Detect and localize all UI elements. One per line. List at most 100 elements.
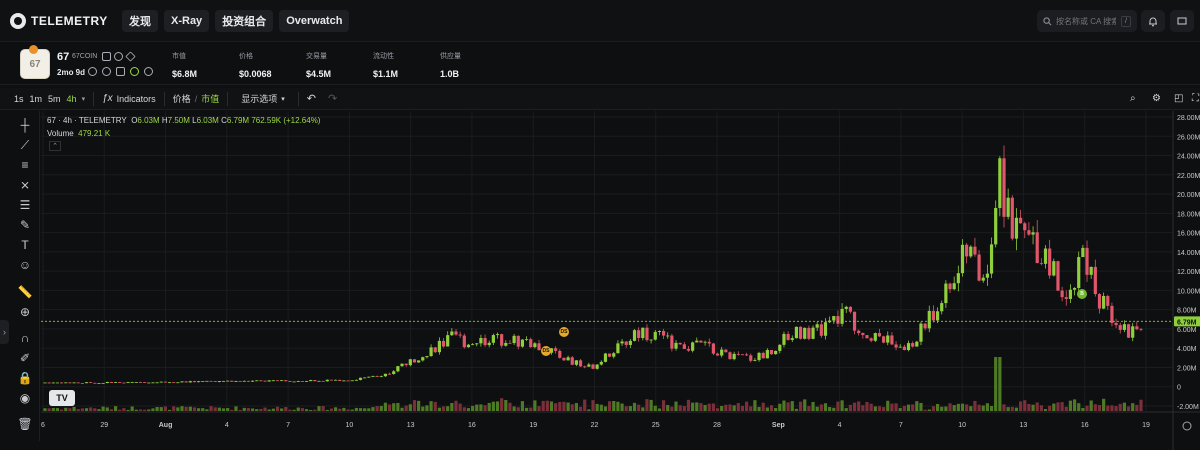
volume-bar xyxy=(994,357,998,411)
ruler-icon[interactable]: 📏 xyxy=(18,285,33,299)
candle-body xyxy=(483,338,487,346)
candle-body xyxy=(491,335,495,343)
brush-icon[interactable]: ✎ xyxy=(18,218,32,232)
volume-bar xyxy=(296,407,300,411)
wallet-button[interactable] xyxy=(1170,10,1194,32)
logo[interactable]: TELEMETRY xyxy=(10,12,110,29)
website-icon[interactable] xyxy=(88,67,97,76)
candle-body xyxy=(1006,197,1010,217)
candle-body xyxy=(80,383,84,384)
text-icon[interactable]: T xyxy=(18,238,32,252)
nav-item-portfolio[interactable]: 投资组合 xyxy=(215,9,274,32)
candle-body xyxy=(578,360,583,367)
link-icon[interactable] xyxy=(114,52,123,61)
legend-low: 6.03M xyxy=(196,116,219,125)
panel-expand-button[interactable]: › xyxy=(0,320,9,344)
volume-bar xyxy=(371,407,375,411)
market-cap-toggle[interactable]: 市值 xyxy=(201,92,219,105)
volume-bar xyxy=(263,407,267,411)
volume-bar xyxy=(334,407,338,411)
zoom-in-icon[interactable]: ⊕ xyxy=(18,305,32,319)
candle-body xyxy=(857,330,861,334)
magnet-icon[interactable]: ∩ xyxy=(18,331,32,345)
copy-icon[interactable] xyxy=(102,52,111,61)
emoji-icon[interactable]: ☺ xyxy=(18,258,32,272)
volume-bar xyxy=(1023,400,1027,411)
nav-item-overwatch[interactable]: Overwatch xyxy=(279,9,350,32)
timeframe-4h[interactable]: 4h xyxy=(67,94,77,104)
candle-body xyxy=(51,382,55,384)
candle-body xyxy=(466,344,471,348)
chart-area[interactable]: 28.00M 26.00M 24.00M 22.00M 20.00M 18.00M 16.0… xyxy=(41,111,1200,450)
candle-body xyxy=(778,344,782,351)
volume-bar xyxy=(475,404,479,411)
display-options-dropdown[interactable]: 显示选项 ▾ xyxy=(236,90,290,107)
lock-icon[interactable]: 🔒 xyxy=(18,371,33,385)
buy-marker[interactable]: B xyxy=(1077,289,1087,299)
candle-body xyxy=(1118,325,1122,330)
lock-pencil-icon[interactable]: ✐ xyxy=(18,351,32,365)
volume-bar xyxy=(230,409,234,411)
volume-bar xyxy=(325,409,329,411)
volume-bar xyxy=(649,399,653,411)
pattern-icon[interactable]: ⨯ xyxy=(18,178,32,192)
tiktok-icon[interactable] xyxy=(102,67,111,76)
volume-bar xyxy=(554,403,558,411)
redo-icon[interactable]: ↷ xyxy=(328,92,337,105)
search-input[interactable] xyxy=(1056,16,1116,26)
candle-body xyxy=(429,347,433,357)
timeframe-1m[interactable]: 1m xyxy=(30,94,43,104)
eye-icon[interactable]: ◉ xyxy=(18,391,32,405)
crosshair-icon[interactable]: ┼ xyxy=(18,118,32,132)
candlestick-chart[interactable]: 28.00M 26.00M 24.00M 22.00M 20.00M 18.00M 16.0… xyxy=(41,111,1200,450)
display-options-label: 显示选项 xyxy=(241,94,278,104)
candle-body xyxy=(906,343,911,350)
timeframe-1s[interactable]: 1s xyxy=(14,94,24,104)
candle-body xyxy=(495,334,500,336)
fullscreen-icon[interactable]: ⛶ xyxy=(1192,93,1199,104)
candle-body xyxy=(479,338,483,344)
volume-bar xyxy=(782,400,786,411)
volume-bar xyxy=(886,400,890,411)
indicators-button[interactable]: ƒx Indicators xyxy=(102,93,156,104)
volume-bar xyxy=(919,402,923,411)
candle-body xyxy=(815,324,819,328)
volume-bar xyxy=(595,403,599,411)
candle-body xyxy=(462,335,466,348)
candle-body xyxy=(226,380,230,382)
trash-icon[interactable]: 🗑 xyxy=(17,417,32,431)
search-box[interactable]: / xyxy=(1037,10,1137,32)
candle-body xyxy=(47,382,51,384)
nav-item-xray[interactable]: X-Ray xyxy=(164,9,210,32)
collapse-legend-button[interactable]: ⌃ xyxy=(49,141,61,151)
ds-marker[interactable]: DS xyxy=(559,327,569,337)
undo-icon[interactable]: ↶ xyxy=(307,92,316,105)
candle-body xyxy=(363,377,367,379)
volume-bar xyxy=(1106,405,1110,411)
ds-marker[interactable]: DS xyxy=(541,346,551,356)
trend-line-icon[interactable]: ⟋ xyxy=(18,138,32,152)
horizontal-lines-icon[interactable]: ≡ xyxy=(18,158,32,172)
x-icon[interactable] xyxy=(116,67,125,76)
price-toggle[interactable]: 价格 xyxy=(173,92,191,105)
nav-item-discover[interactable]: 发现 xyxy=(122,9,158,32)
token-name: 67 xyxy=(57,51,70,63)
current-value-label: 6.79M xyxy=(1177,319,1197,326)
notifications-button[interactable] xyxy=(1141,10,1165,32)
zoom-icon[interactable]: ⌕ xyxy=(1130,93,1136,104)
pumpfun-icon[interactable] xyxy=(130,67,139,76)
screenshot-icon[interactable]: ◰ xyxy=(1174,93,1183,104)
tradingview-logo-icon[interactable]: TV xyxy=(49,390,75,406)
volume-bar xyxy=(408,404,412,411)
timeframe-5m[interactable]: 5m xyxy=(48,94,61,104)
timeframe-chevron-down-icon[interactable]: ▾ xyxy=(82,95,86,103)
star-icon[interactable] xyxy=(125,51,136,62)
candle-body xyxy=(1064,297,1068,299)
volume-bar xyxy=(1043,409,1048,411)
fib-icon[interactable]: ☰ xyxy=(18,198,32,212)
volume-bar xyxy=(558,401,562,411)
volume-bar xyxy=(865,401,869,411)
settings-gear-icon[interactable]: ⚙ xyxy=(1152,93,1161,104)
search-token-icon[interactable] xyxy=(144,67,153,76)
volume-bar xyxy=(242,407,246,411)
